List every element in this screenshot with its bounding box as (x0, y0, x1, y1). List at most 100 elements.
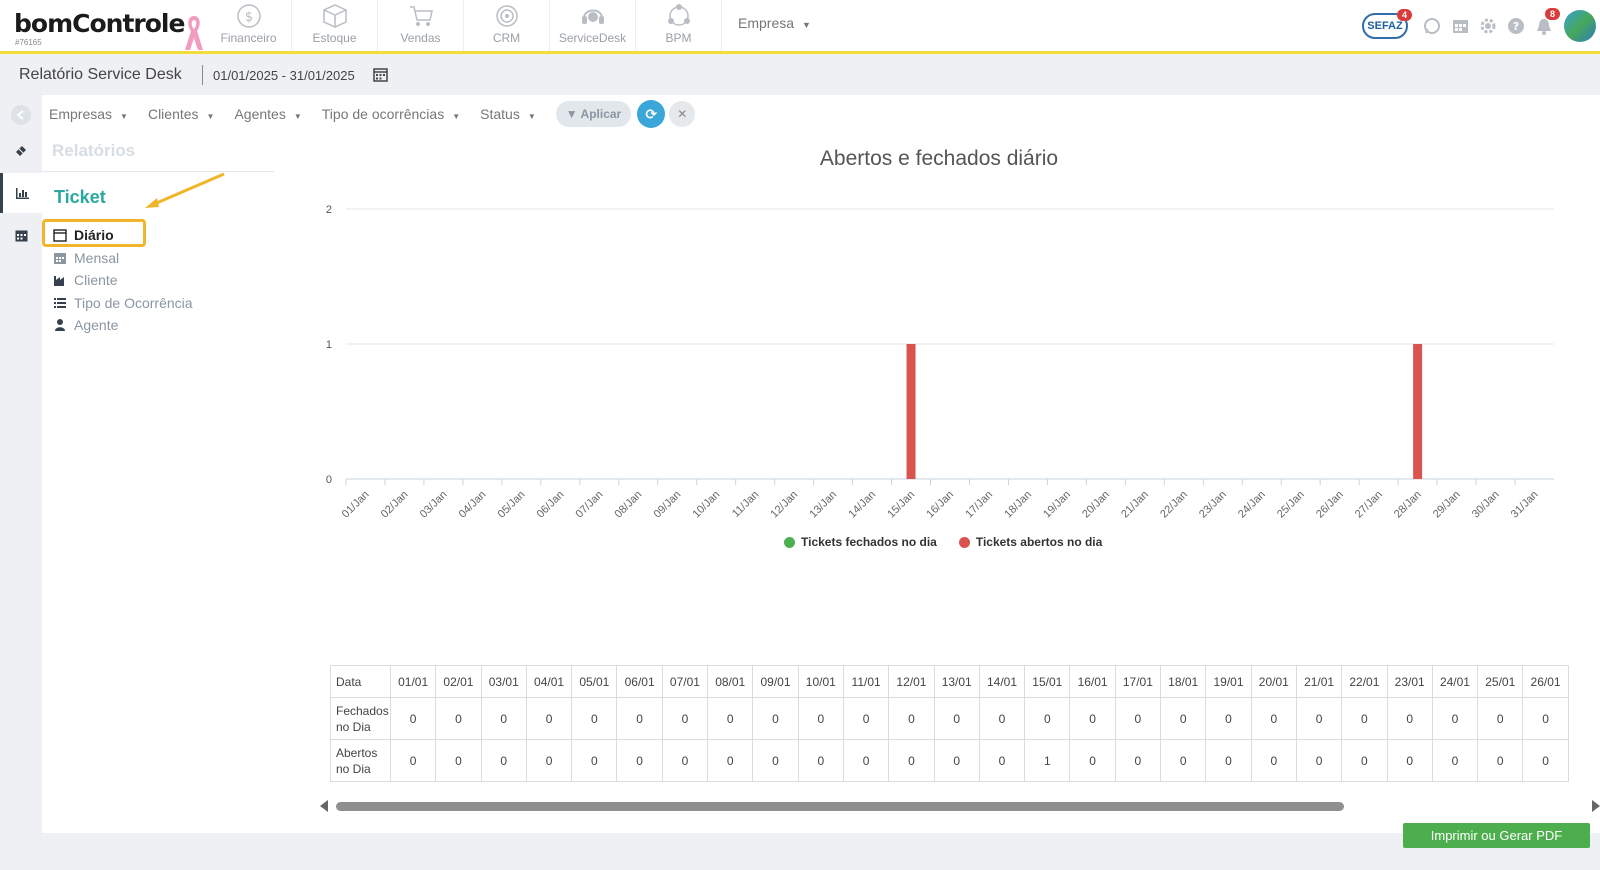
date-range[interactable]: 01/01/2025 - 31/01/2025 (213, 68, 355, 83)
table-cell: 0 (1431, 697, 1479, 740)
table-header-cell: 16/01 (1069, 665, 1116, 698)
menu-item-diário[interactable]: Diário (52, 224, 193, 247)
x-tick-label: 11/Jan (730, 489, 761, 520)
filter-status[interactable]: Status ▼ (480, 106, 536, 122)
module-vendas[interactable]: Vendas (378, 0, 464, 51)
chart-icon[interactable] (0, 173, 42, 213)
table-cell: 0 (616, 697, 663, 740)
table-cell: 0 (842, 739, 890, 782)
table-header-cell: 07/01 (661, 665, 709, 698)
main-panel: Empresas ▼ Clientes ▼ Agentes ▼ Tipo de oco… (42, 95, 1600, 833)
refresh-button[interactable]: ⟳ (637, 100, 666, 128)
module-servicedesk[interactable]: ServiceDesk (550, 0, 636, 51)
logo[interactable]: bomControle (14, 9, 185, 38)
table-cell: 0 (616, 739, 663, 782)
svg-text:$: $ (244, 10, 252, 25)
bar-abertos[interactable] (906, 344, 916, 479)
table-header-cell: 20/01 (1250, 665, 1297, 698)
calendar-day-icon (52, 228, 68, 242)
y-tick-label: 2 (326, 204, 332, 216)
table-cell: 0 (1069, 739, 1116, 782)
clear-button[interactable]: ✕ (669, 101, 696, 127)
table-cell: 0 (571, 739, 618, 782)
table-header-cell: 12/01 (888, 665, 935, 698)
filter-agentes[interactable]: Agentes ▼ (234, 106, 301, 122)
collapse-icon[interactable] (0, 95, 42, 135)
page-title: Relatório Service Desk (19, 66, 182, 83)
table-cell: 0 (978, 739, 1026, 782)
x-tick-label: 04/Jan (457, 489, 489, 521)
menu-item-cliente[interactable]: Cliente (52, 269, 193, 292)
menu-item-mensal[interactable]: Mensal (52, 247, 193, 270)
scroll-right-icon[interactable] (1592, 800, 1600, 812)
legend-item-fechados[interactable]: Tickets fechados no dia (784, 535, 937, 549)
table-cell: 0 (525, 739, 573, 782)
table-cell: 0 (1295, 697, 1343, 740)
table-header-cell: 01/01 (389, 665, 437, 698)
table-header-cell: 21/01 (1295, 665, 1343, 698)
bar-abertos[interactable] (1413, 344, 1423, 479)
table-header-cell: 23/01 (1386, 665, 1433, 698)
x-tick-label: 17/Jan (963, 489, 995, 521)
scroll-left-icon[interactable] (320, 800, 328, 812)
sefaz-button[interactable]: SEFAZ 4 (1362, 8, 1412, 39)
module-label: CRM (492, 31, 521, 45)
report-menu: Diário Mensal Cliente Tipo de Ocorrência Age… (52, 224, 193, 337)
divider (202, 65, 203, 85)
empresa-dropdown[interactable]: Empresa ▼ (738, 15, 811, 31)
whatsapp-icon[interactable] (1418, 12, 1446, 40)
help-icon[interactable]: ? (1502, 12, 1530, 40)
table-header-cell: 19/01 (1205, 665, 1252, 698)
calendar-icon (52, 251, 68, 265)
headset-icon (581, 9, 604, 24)
table-header-cell: 09/01 (752, 665, 799, 698)
table-cell: 0 (888, 697, 935, 740)
module-financeiro[interactable]: $ Financeiro (206, 0, 292, 51)
table-cell: 0 (1160, 739, 1207, 782)
legend-label: Tickets abertos no dia (975, 535, 1103, 549)
table-cell: 0 (933, 739, 980, 782)
legend-item-abertos[interactable]: Tickets abertos no dia (958, 535, 1103, 549)
table-row-label: Fechados no Dia (330, 697, 391, 740)
module-label: ServiceDesk (558, 31, 627, 45)
data-table: Data 01/01 02/01 03/01 04/01 05/01 06/01 07/01 0… (330, 665, 1600, 783)
table-header-cell: 03/01 (480, 665, 527, 698)
table-cell: 0 (1341, 739, 1388, 782)
module-estoque[interactable]: Estoque (292, 0, 378, 51)
x-tick-label: 23/Jan (1197, 489, 1229, 521)
table-header-cell: 26/01 (1522, 665, 1569, 698)
table-cell: 0 (1386, 697, 1433, 740)
menu-item-agente[interactable]: Agente (52, 314, 193, 337)
apply-button[interactable]: ▼ Aplicar (555, 101, 632, 127)
calendar-icon[interactable] (373, 67, 388, 82)
filter-tipo-ocorrencias[interactable]: Tipo de ocorrências ▼ (322, 106, 460, 122)
x-tick-label: 28/Jan (1392, 489, 1424, 521)
filter-empresas[interactable]: Empresas ▼ (49, 106, 128, 122)
table-cell: 0 (1522, 697, 1569, 740)
table-header-row: Data 01/01 02/01 03/01 04/01 05/01 06/01 07/01 0… (330, 665, 1569, 698)
bar-chart: 01201/Jan 02/Jan 03/Jan 04/Jan 05/Jan 06/Jan 0… (326, 204, 1554, 521)
module-crm[interactable]: CRM (464, 0, 550, 51)
table-header-cell: Data (330, 665, 391, 698)
calendar-icon[interactable] (0, 215, 42, 255)
horizontal-scrollbar[interactable] (320, 799, 1600, 813)
table-cell: 0 (707, 739, 754, 782)
table-cell: 0 (888, 739, 935, 782)
print-pdf-button[interactable]: Imprimir ou Gerar PDF (1403, 823, 1590, 848)
ticket-icon[interactable] (0, 131, 42, 171)
calendar-icon[interactable] (1446, 12, 1474, 40)
industry-icon (52, 273, 68, 287)
module-bpm[interactable]: BPM (636, 0, 722, 51)
menu-item-tipo-de-ocorrência[interactable]: Tipo de Ocorrência (52, 292, 193, 315)
bell-icon[interactable]: 8 (1530, 7, 1560, 40)
table-cell: 0 (978, 697, 1026, 740)
scroll-thumb[interactable] (336, 802, 1344, 811)
x-tick-label: 26/Jan (1314, 489, 1346, 521)
table-cell: 0 (1069, 697, 1116, 740)
filter-clientes[interactable]: Clientes ▼ (148, 106, 215, 122)
apply-label: Aplicar (580, 107, 622, 121)
gear-icon[interactable] (1474, 12, 1502, 40)
x-tick-label: 16/Jan (924, 489, 956, 521)
avatar[interactable] (1564, 9, 1596, 42)
x-tick-label: 01/Jan (340, 489, 372, 521)
